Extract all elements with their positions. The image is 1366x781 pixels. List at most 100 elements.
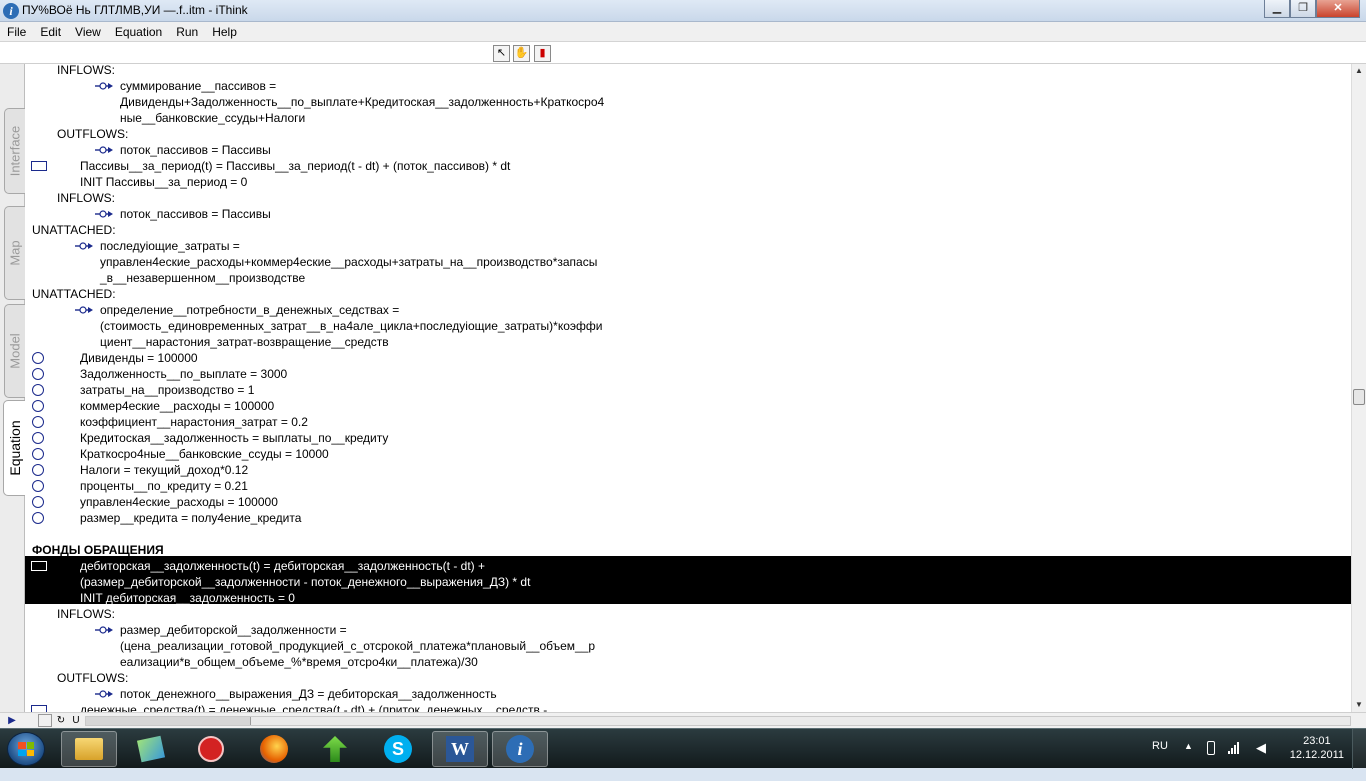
equation-line[interactable]: Задолженность__по_выплате = 3000 (80, 366, 287, 382)
menu-file[interactable]: File (0, 25, 33, 39)
tab-interface[interactable]: Interface (4, 108, 25, 194)
equation-line[interactable]: поток_денежного__выражения_ДЗ = дебиторс… (120, 686, 497, 702)
maximize-button[interactable]: ❐ (1290, 0, 1316, 18)
equation-line[interactable]: управлен4еские_расходы = 100000 (80, 494, 278, 510)
equation-line[interactable]: денежные_средства(t) = денежные_средства… (80, 702, 547, 712)
equation-line[interactable]: поток_пассивов = Пассивы (120, 206, 271, 222)
converter-icon (32, 448, 44, 460)
language-indicator[interactable]: RU (1152, 740, 1168, 780)
flow-icon (95, 210, 113, 218)
tab-equation-label: Equation (7, 420, 23, 476)
flow-icon (95, 82, 113, 90)
tab-model[interactable]: Model (4, 304, 25, 398)
scroll-up-icon[interactable]: ▲ (1352, 64, 1366, 78)
ithink-taskbar-icon[interactable]: i (492, 731, 548, 767)
dynamite-tool-icon[interactable]: ▮ (534, 45, 551, 62)
stock-icon (31, 561, 47, 571)
converter-icon (32, 464, 44, 476)
equation-line[interactable]: _в__незавершенном__производстве (100, 270, 305, 286)
horizontal-scrollbar[interactable] (85, 716, 1351, 726)
close-button[interactable]: ✕ (1316, 0, 1360, 18)
equation-line[interactable]: суммирование__пассивов = (120, 78, 276, 94)
flow-icon (95, 626, 113, 634)
equation-line[interactable]: (стоимость_единовременных_затрат__в_на4а… (100, 318, 602, 334)
converter-icon (32, 432, 44, 444)
equation-line[interactable]: OUTFLOWS: (57, 670, 128, 686)
ithink-app-icon[interactable]: i (3, 3, 19, 19)
menu-bar: File Edit View Equation Run Help (0, 22, 1366, 42)
hand-tool-icon[interactable]: ✋ (513, 45, 530, 62)
equation-line[interactable]: INIT дебиторская__задолженность = 0 (80, 590, 295, 606)
equation-line[interactable]: ные__банковские_ссуды+Налоги (120, 110, 305, 126)
word-taskbar-icon[interactable]: W (432, 731, 488, 767)
equation-line[interactable]: проценты__по_кредиту = 0.21 (80, 478, 248, 494)
menu-view[interactable]: View (68, 25, 108, 39)
equation-line[interactable]: затраты_на__производство = 1 (80, 382, 254, 398)
flow-icon (75, 306, 93, 314)
equation-line[interactable]: последуiощие_затраты = (100, 238, 240, 254)
equation-line[interactable]: OUTFLOWS: (57, 126, 128, 142)
firefox-taskbar-icon[interactable] (246, 731, 302, 767)
tab-equation[interactable]: Equation (3, 400, 26, 496)
equation-line[interactable]: Дивиденды+Задолженность__по_выплате+Кред… (120, 94, 604, 110)
menu-help[interactable]: Help (205, 25, 244, 39)
run-icon[interactable]: ▶ (4, 714, 20, 727)
equation-line[interactable]: (размер_дебиторской__задолженности - пот… (80, 574, 530, 590)
equation-line[interactable]: размер__кредита = полу4ение_кредита (80, 510, 301, 526)
equation-view[interactable]: INFLOWS: суммирование__пассивов = Дивиденд… (25, 64, 1351, 712)
flow-icon (95, 146, 113, 154)
system-clock[interactable]: 23:01 12.12.2011 (1290, 734, 1344, 762)
equation-line[interactable]: коэффициент__нарастония_затрат = 0.2 (80, 414, 308, 430)
equation-line[interactable]: UNATTACHED: (32, 222, 116, 238)
minimize-button[interactable]: ▁ (1264, 0, 1290, 18)
show-desktop-button[interactable] (1352, 729, 1366, 769)
pause-icon[interactable]: U (69, 714, 83, 727)
title-bar[interactable]: i ПУ%ВОё Нь ГЛТЛМВ,УИ —.f..itm - iThink … (0, 0, 1366, 22)
tab-map[interactable]: Map (4, 206, 25, 300)
show-hidden-icons-icon[interactable]: ▲ (1184, 741, 1193, 781)
equation-line[interactable]: INFLOWS: (57, 190, 115, 206)
equation-line[interactable]: Кредитоская__задолженность = выплаты_по_… (80, 430, 388, 446)
stop-icon[interactable] (38, 714, 52, 727)
flow-icon (95, 690, 113, 698)
scroll-down-icon[interactable]: ▼ (1352, 698, 1366, 712)
equation-line[interactable]: поток_пассивов = Пассивы (120, 142, 271, 158)
section-header[interactable]: ФОНДЫ ОБРАЩЕНИЯ (32, 542, 164, 558)
scroll-thumb[interactable] (1353, 389, 1365, 405)
equation-line[interactable]: Краткосро4ные__банковские_ссуды = 10000 (80, 446, 329, 462)
archive-taskbar-icon[interactable] (183, 731, 239, 767)
equation-line[interactable]: (цена_реализации_готовой_продукцией_с_от… (120, 638, 595, 654)
equation-line[interactable]: определение__потребности_в_денежных_седс… (100, 302, 399, 318)
equation-line[interactable]: управлен4еские_расходы+коммер4еские__рас… (100, 254, 597, 270)
equation-line[interactable]: INIT Пассивы__за_период = 0 (80, 174, 247, 190)
equation-line[interactable]: циент__нарастония_затрат-возвращение__ср… (100, 334, 389, 350)
restart-icon[interactable]: ↻ (54, 714, 68, 727)
equation-line[interactable]: INFLOWS: (57, 64, 115, 78)
notes-taskbar-icon[interactable] (123, 731, 179, 767)
start-button[interactable] (7, 732, 45, 766)
vertical-scrollbar[interactable]: ▲ ▼ (1351, 64, 1366, 712)
equation-line[interactable]: коммер4еские__расходы = 100000 (80, 398, 274, 414)
battery-icon[interactable] (1207, 741, 1215, 755)
skype-taskbar-icon[interactable]: S (370, 731, 426, 767)
window-controls: ▁ ❐ ✕ (1264, 0, 1360, 18)
volume-icon[interactable]: ◀ (1256, 740, 1266, 780)
menu-run[interactable]: Run (169, 25, 205, 39)
pointer-tool-icon[interactable]: ↖ (493, 45, 510, 62)
clock-date: 12.12.2011 (1289, 749, 1344, 761)
equation-line[interactable]: Дивиденды = 100000 (80, 350, 198, 366)
equation-line[interactable]: UNATTACHED: (32, 286, 116, 302)
equation-line[interactable]: Налоги = текущий_доход*0.12 (80, 462, 248, 478)
equation-line[interactable]: размер_дебиторской__задолженности = (120, 622, 347, 638)
tab-model-label: Model (7, 333, 23, 369)
equation-line[interactable]: дебиторская__задолженность(t) = дебиторс… (80, 558, 485, 574)
equation-line[interactable]: Пассивы__за_период(t) = Пассивы__за_пери… (80, 158, 510, 174)
explorer-taskbar-icon[interactable] (61, 731, 117, 767)
equation-line[interactable]: INFLOWS: (57, 606, 115, 622)
equation-line[interactable]: еализации*в_общем_объеме_%*время_отсро4к… (120, 654, 478, 670)
flow-icon (75, 242, 93, 250)
download-taskbar-icon[interactable] (307, 731, 363, 767)
horizontal-scroll-thumb[interactable] (86, 717, 251, 725)
menu-edit[interactable]: Edit (33, 25, 68, 39)
menu-equation[interactable]: Equation (108, 25, 169, 39)
